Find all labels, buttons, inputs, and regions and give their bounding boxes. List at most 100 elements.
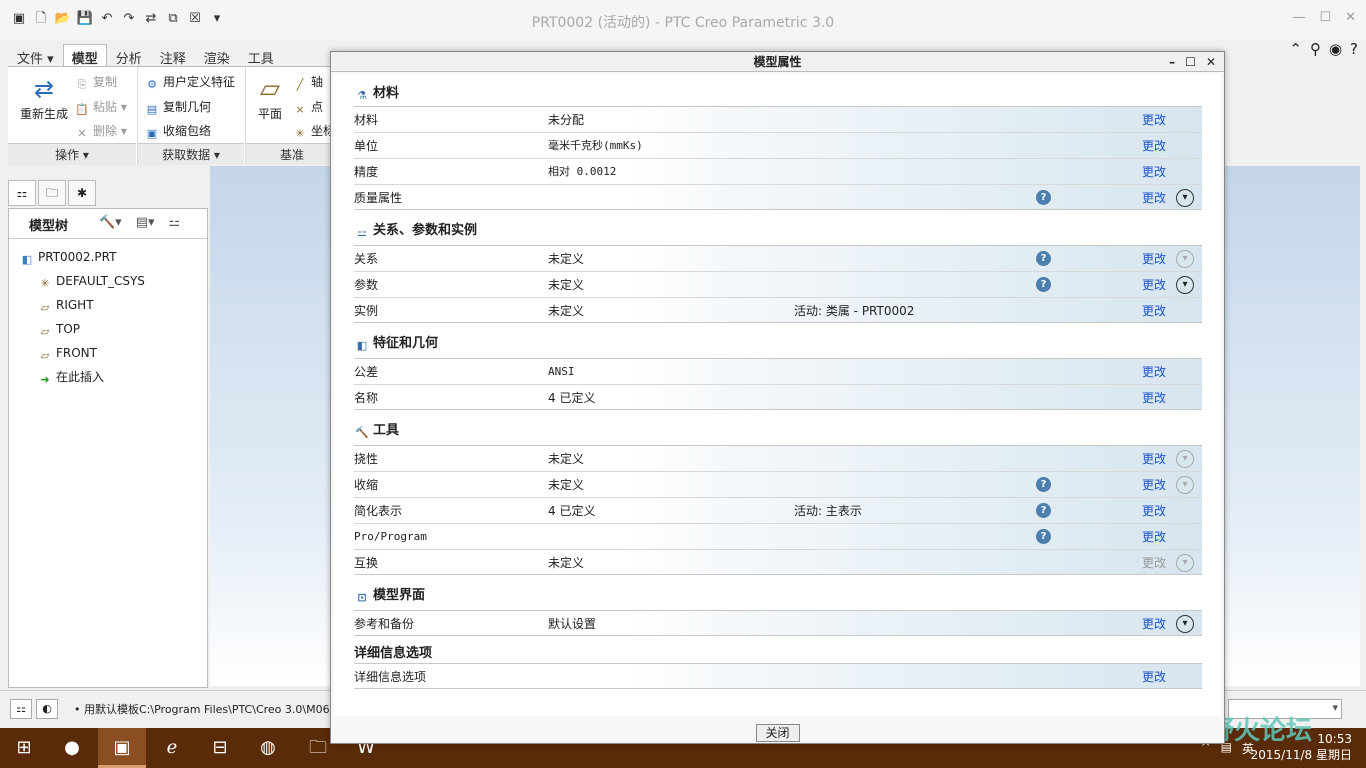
- maximize-icon[interactable]: ☐: [1319, 10, 1331, 25]
- model-tree-panel: 模型树 🔨▾ ▤▾ ⚍ ◧ PRT0002.PRT ✳ DEFAULT_CSYS ▱…: [8, 208, 208, 688]
- regenerate-icon: ⇄: [33, 75, 55, 103]
- group-get-data-label[interactable]: 获取数据 ▾: [138, 143, 244, 165]
- store-icon[interactable]: ⊟: [196, 728, 244, 768]
- change-tolerance-link[interactable]: 更改: [1142, 359, 1166, 385]
- regenerate-button[interactable]: ⇄ 重新生成: [16, 73, 72, 122]
- tree-item-part[interactable]: ◧ PRT0002.PRT: [9, 245, 207, 269]
- delete-icon: ✕: [77, 127, 87, 140]
- change-detail-link[interactable]: 更改: [1142, 664, 1166, 690]
- close-button[interactable]: 关闭: [755, 724, 800, 742]
- insert-arrow-icon: ➜: [40, 373, 50, 386]
- user-feature-button[interactable]: ⚙ 用户定义特征: [144, 73, 235, 92]
- tree-item-right[interactable]: ▱ RIGHT: [9, 293, 207, 317]
- change-units-link[interactable]: 更改: [1142, 133, 1166, 159]
- tree-item-top[interactable]: ▱ TOP: [9, 317, 207, 341]
- row-names: 名称 4 已定义 更改: [354, 384, 1202, 410]
- row-parameters: 参数 未定义 ? 更改 ▾: [354, 271, 1202, 297]
- dialog-title-bar: 模型属性 – ☐ ✕: [331, 52, 1224, 72]
- tree-settings-icon[interactable]: 🔨▾: [99, 215, 122, 230]
- change-material-link[interactable]: 更改: [1142, 107, 1166, 133]
- copy-button[interactable]: ⎘ 复制: [74, 73, 117, 92]
- windows-start-icon[interactable]: ⊞: [0, 728, 48, 768]
- group-operations-label[interactable]: 操作 ▾: [8, 143, 136, 165]
- change-relations-link[interactable]: 更改: [1142, 246, 1166, 272]
- tools-icon: 🔨: [355, 426, 369, 439]
- help-icon[interactable]: ?: [1036, 477, 1051, 492]
- help-icon[interactable]: ?: [1036, 529, 1051, 544]
- tree-filter-icon[interactable]: ⚍: [169, 215, 181, 230]
- help-icon[interactable]: ?: [1036, 277, 1051, 292]
- change-parameters-link[interactable]: 更改: [1142, 272, 1166, 298]
- help-icon[interactable]: ?: [1350, 40, 1358, 58]
- change-mass-link[interactable]: 更改: [1142, 185, 1166, 211]
- community-icon[interactable]: ◉: [1329, 40, 1342, 58]
- tab-file[interactable]: 文件 ▾: [8, 44, 63, 67]
- collapse-ribbon-icon[interactable]: ⌃: [1289, 40, 1302, 58]
- row-interchange: 互换 未定义 更改 ▾: [354, 549, 1202, 575]
- dialog-close-icon[interactable]: ✕: [1206, 52, 1216, 72]
- folder-browser-tab-icon[interactable]: 🗀: [38, 180, 66, 206]
- group-datum-label[interactable]: 基准: [246, 143, 338, 165]
- change-shrinkage-link[interactable]: 更改: [1142, 472, 1166, 498]
- browser-icon[interactable]: ◍: [244, 728, 292, 768]
- csys-icon: ✳: [295, 127, 305, 140]
- help-icon[interactable]: ?: [1036, 503, 1051, 518]
- change-accuracy-link[interactable]: 更改: [1142, 159, 1166, 185]
- group-get-data: ⚙ 用户定义特征 ▤ 复制几何 ▣ 收缩包络 获取数据 ▾: [137, 67, 244, 165]
- point-button[interactable]: × 点: [292, 98, 323, 117]
- paste-button[interactable]: 📋 粘贴 ▾: [74, 98, 127, 117]
- tab-tools[interactable]: 工具: [239, 44, 283, 67]
- expand-icon[interactable]: ▾: [1176, 189, 1194, 207]
- change-references-link[interactable]: 更改: [1142, 611, 1166, 637]
- change-names-link[interactable]: 更改: [1142, 385, 1166, 411]
- copy-geometry-button[interactable]: ▤ 复制几何: [144, 98, 211, 117]
- tree-item-front[interactable]: ▱ FRONT: [9, 341, 207, 365]
- expand-icon[interactable]: ▾: [1176, 450, 1194, 468]
- minimize-icon[interactable]: —: [1292, 10, 1305, 25]
- help-icon[interactable]: ?: [1036, 190, 1051, 205]
- show-navigator-icon[interactable]: ⚏: [10, 699, 32, 719]
- change-simplified-link[interactable]: 更改: [1142, 498, 1166, 524]
- tab-model[interactable]: 模型: [62, 44, 107, 67]
- navigator-tabs: ⚏ 🗀 ✱: [8, 180, 96, 208]
- tree-columns-icon[interactable]: ▤▾: [136, 215, 155, 230]
- interface-icon: ⊡: [357, 591, 367, 604]
- dialog-title: 模型属性: [753, 55, 802, 69]
- axis-button[interactable]: ╱ 轴: [292, 73, 323, 92]
- creo-taskbar-icon[interactable]: ▣: [98, 728, 146, 768]
- cortana-icon[interactable]: ●: [48, 728, 96, 768]
- plane-icon: ▱: [40, 349, 50, 362]
- shrinkwrap-button[interactable]: ▣ 收缩包络: [144, 122, 211, 141]
- change-instances-link[interactable]: 更改: [1142, 298, 1166, 324]
- change-pro-program-link[interactable]: 更改: [1142, 524, 1166, 550]
- plane-button[interactable]: ▱ 平面: [252, 73, 288, 122]
- favorites-tab-icon[interactable]: ✱: [68, 180, 96, 206]
- show-browser-icon[interactable]: ◐: [36, 699, 58, 719]
- dialog-maximize-icon[interactable]: ☐: [1185, 52, 1196, 72]
- title-bar: ▣ 🗋 📂 💾 ↶ ↷ ⇄ ⧉ ☒ ▾ PRT0002 (活动的) - PTC …: [0, 0, 1366, 40]
- help-icon[interactable]: ?: [1036, 251, 1051, 266]
- tab-render[interactable]: 渲染: [195, 44, 239, 67]
- tree-item-csys[interactable]: ✳ DEFAULT_CSYS: [9, 269, 207, 293]
- expand-icon[interactable]: ▾: [1176, 276, 1194, 294]
- dialog-minimize-icon[interactable]: –: [1169, 52, 1175, 72]
- coord-button[interactable]: ✳ 坐标: [292, 122, 335, 141]
- model-tree-tab-icon[interactable]: ⚏: [8, 180, 36, 206]
- delete-button[interactable]: ✕ 删除 ▾: [74, 122, 126, 141]
- close-icon[interactable]: ✕: [1345, 10, 1356, 25]
- search-icon[interactable]: ⚲: [1310, 40, 1321, 58]
- edge-icon[interactable]: ℯ: [148, 728, 196, 768]
- tree-item-insert-here[interactable]: ➜ 在此插入: [9, 365, 207, 389]
- window-controls: — ☐ ✕: [1292, 10, 1356, 25]
- expand-icon[interactable]: ▾: [1176, 554, 1194, 572]
- expand-icon[interactable]: ▾: [1176, 250, 1194, 268]
- expand-icon[interactable]: ▾: [1176, 615, 1194, 633]
- expand-icon[interactable]: ▾: [1176, 476, 1194, 494]
- row-detail-options: 详细信息选项 更改: [354, 663, 1202, 689]
- tab-annotate[interactable]: 注释: [151, 44, 195, 67]
- change-interchange-link[interactable]: 更改: [1142, 550, 1166, 576]
- relations-icon: ⚍: [357, 226, 367, 239]
- tab-analysis[interactable]: 分析: [107, 44, 151, 67]
- row-instances: 实例 未定义 活动: 类属 - PRT0002 更改: [354, 297, 1202, 323]
- change-flexibility-link[interactable]: 更改: [1142, 446, 1166, 472]
